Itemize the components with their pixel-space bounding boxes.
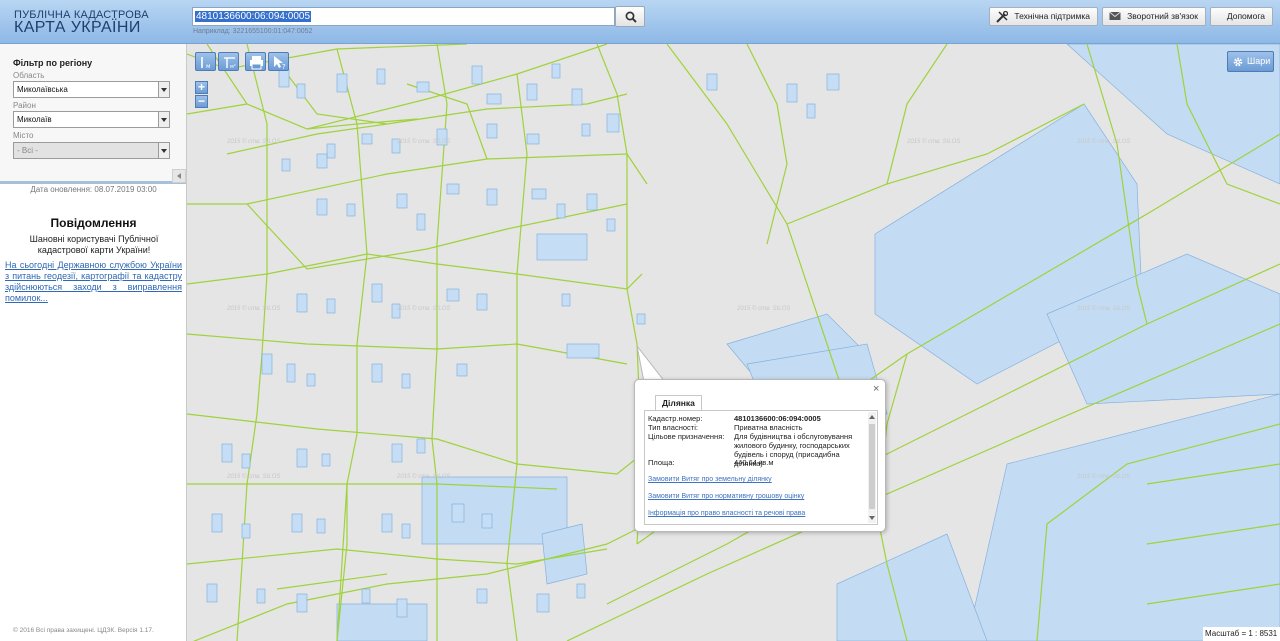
ruler-icon: м [201, 57, 211, 70]
rayon-label: Район [13, 101, 36, 110]
field-value: 4810136600:06:094:0005 [734, 414, 821, 423]
help-button[interactable]: Допомога [1210, 7, 1273, 26]
field-key: Цільове призначення: [648, 432, 725, 441]
oblast-select[interactable]: Миколаївська [13, 81, 170, 98]
region-filter-panel: Фільтр по регіону Область Миколаївська Р… [0, 44, 186, 184]
rayon-select-value: Миколаїв [17, 115, 52, 124]
search-icon [625, 11, 637, 23]
notice-title: Повідомлення [50, 216, 137, 230]
scroll-down-icon[interactable] [869, 516, 875, 520]
map-watermark: 2015 © ств. SILOS [1077, 139, 1131, 145]
misto-label: Місто [13, 131, 34, 140]
order-valuation-extract-link[interactable]: Замовити Витяг про нормативну грошову оц… [648, 493, 804, 500]
popup-scrollbar[interactable] [868, 412, 876, 523]
search-hint: Наприклад: 3221655100:01:047:0052 [193, 28, 313, 35]
map-watermark: 2015 © ств. SILOS [1077, 474, 1131, 480]
sidebar: Фільтр по регіону Область Миколаївська Р… [0, 44, 187, 641]
map-canvas[interactable] [187, 44, 1280, 641]
printer-icon [250, 56, 263, 70]
order-parcel-extract-link[interactable]: Замовити Витяг про земельну ділянку [648, 476, 772, 483]
chevron-down-icon [158, 143, 169, 158]
zoom-out-button[interactable]: − [195, 95, 208, 108]
tools-icon [996, 11, 1008, 23]
map-watermark: 2015 © ств. SILOS [1077, 306, 1131, 312]
envelope-icon [1109, 11, 1121, 20]
header: ПУБЛІЧНА КАДАСТРОВА КАРТА УКРАЇНИ 481013… [0, 0, 1280, 44]
notice-text: Шановні користувачі Публічної кадастрово… [29, 234, 159, 255]
tech-support-button[interactable]: Технічна підтримка [989, 7, 1098, 26]
svg-text:?: ? [282, 63, 286, 71]
map-watermark: 2015 © ств. SILOS [227, 139, 281, 145]
identify-button[interactable]: ? [268, 52, 289, 71]
update-date: Дата оновлення: 08.07.2019 03:00 [30, 185, 157, 194]
svg-text:м²: м² [230, 64, 236, 70]
map-watermark: 2015 © ств. SILOS [907, 139, 961, 145]
misto-select[interactable]: - Всі - [13, 142, 170, 159]
scrollbar-thumb[interactable] [869, 424, 875, 509]
collapse-sidebar-button[interactable] [172, 169, 186, 183]
field-key: Площа: [648, 458, 675, 467]
parcel-info-popup: × Ділянка Кадастр.номер: 4810136600:06:0… [634, 379, 886, 532]
print-button[interactable] [245, 52, 266, 71]
search-button[interactable] [615, 6, 645, 27]
zoom-in-button[interactable]: + [195, 81, 208, 94]
ownership-info-link[interactable]: Інформація про право власності та речові… [648, 510, 805, 517]
cadastral-map[interactable]: 2015 © ств. SILOS 2015 © ств. SILOS 2015… [187, 44, 1280, 641]
measure-area-button[interactable]: м² [218, 52, 239, 71]
map-watermark: 2015 © ств. SILOS [397, 474, 451, 480]
field-key: Тип власності: [648, 423, 698, 432]
cadastral-search-input[interactable]: 4810136600:06:094:0005 [192, 7, 615, 26]
svg-text:м: м [206, 63, 211, 70]
feedback-label: Зворотний зв'язок [1127, 11, 1198, 21]
layers-label: Шари [1247, 56, 1271, 66]
filter-title: Фільтр по регіону [13, 58, 93, 68]
help-label: Допомога [1226, 11, 1265, 21]
close-icon[interactable]: × [873, 383, 879, 395]
map-scale: Масштаб = 1 : 8531 [1203, 627, 1280, 641]
map-watermark: 2015 © ств. SILOS [397, 139, 451, 145]
gear-icon [1233, 57, 1243, 67]
field-value: 440.64 кв.м [734, 458, 774, 467]
search-input-value: 4810136600:06:094:0005 [195, 11, 312, 22]
map-watermark: 2015 © ств. SILOS [737, 306, 791, 312]
map-watermark: 2015 © ств. SILOS [397, 306, 451, 312]
scroll-up-icon[interactable] [869, 415, 875, 419]
misto-select-value: - Всі - [17, 146, 38, 155]
parcel-info-body: Кадастр.номер: 4810136600:06:094:0005 Ти… [644, 410, 878, 525]
oblast-label: Область [13, 71, 45, 80]
copyright: © 2016 Всі права захищені. ЦДЗК. Версія … [13, 627, 154, 634]
oblast-select-value: Миколаївська [17, 85, 68, 94]
notice-link[interactable]: На сьогодні Державною службою України з … [5, 260, 182, 304]
field-key: Кадастр.номер: [648, 414, 703, 423]
tab-parcel[interactable]: Ділянка [655, 395, 702, 410]
map-watermark: 2015 © ств. SILOS [227, 474, 281, 480]
area-icon: м² [224, 57, 236, 70]
field-value: Приватна власність [734, 423, 803, 432]
chevron-down-icon [158, 112, 169, 127]
rayon-select[interactable]: Миколаїв [13, 111, 170, 128]
measure-distance-button[interactable]: м [195, 52, 216, 71]
chevron-down-icon [158, 82, 169, 97]
layers-button[interactable]: Шари [1227, 51, 1274, 72]
tech-support-label: Технічна підтримка [1014, 11, 1090, 21]
map-watermark: 2015 © ств. SILOS [227, 306, 281, 312]
logo-title[interactable]: КАРТА УКРАЇНИ [14, 19, 141, 37]
feedback-button[interactable]: Зворотний зв'язок [1102, 7, 1206, 26]
pointer-question-icon: ? [274, 56, 286, 71]
